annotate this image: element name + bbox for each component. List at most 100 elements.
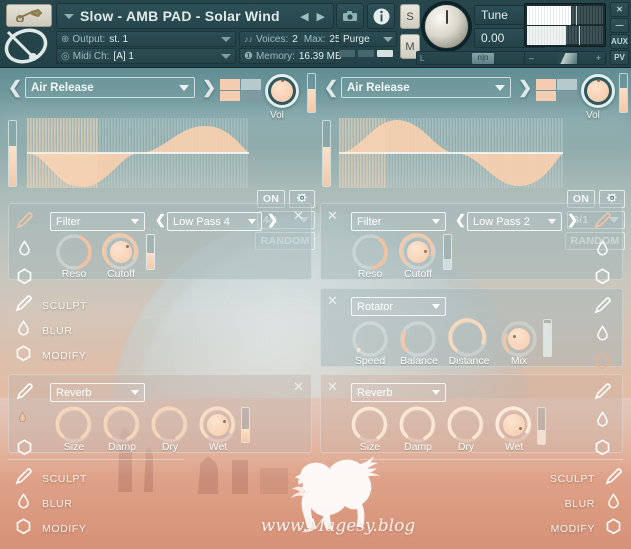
left-reverb-wet-knob[interactable]	[198, 405, 238, 445]
right-rotator-mix-knob[interactable]	[499, 319, 539, 359]
blur-drop-icon[interactable]	[14, 319, 33, 343]
right-filter-mode-prev[interactable]: ❮	[455, 212, 466, 228]
lfo-amount-slider-right[interactable]	[322, 120, 331, 187]
purge-bar[interactable]	[358, 50, 374, 57]
left-filter-reso-knob[interactable]	[54, 232, 94, 272]
left-reverb-close-icon[interactable]: ✕	[293, 379, 304, 395]
right-rotator-speed-knob[interactable]	[350, 319, 390, 359]
blur-drop-icon[interactable]	[593, 239, 612, 258]
mod-vol-slider-right[interactable]	[619, 73, 628, 113]
sculpt-pencil-icon[interactable]	[593, 211, 612, 230]
prev-arrow-icon[interactable]: ◀	[297, 10, 311, 23]
bottom-left-modify-row[interactable]: MODIFY	[14, 517, 86, 541]
sculpt-pencil-icon[interactable]	[604, 467, 623, 491]
modify-hex-icon[interactable]	[14, 517, 33, 541]
purge-menu[interactable]: Purge	[339, 31, 397, 47]
left-filter-type-select[interactable]: Filter	[50, 212, 145, 231]
modify-hex-icon[interactable]	[604, 517, 623, 541]
step-sequencer-icon[interactable]	[220, 79, 261, 101]
right-reverb-close-icon[interactable]: ✕	[327, 379, 338, 395]
blur-drop-icon[interactable]	[14, 492, 33, 516]
left-reverb-damp-knob[interactable]	[102, 405, 142, 445]
volume-slider[interactable]: – +	[524, 51, 606, 65]
blur-drop-icon[interactable]	[15, 239, 34, 258]
sculpt-pencil-icon[interactable]	[14, 294, 33, 318]
sculpt-pencil-icon[interactable]	[14, 467, 33, 491]
right-rotator-type-select[interactable]: Rotator	[351, 297, 446, 316]
pan-handle[interactable]: n|n	[472, 53, 494, 64]
sculpt-pencil-icon[interactable]	[15, 382, 34, 401]
purge-bar-active[interactable]	[377, 50, 393, 57]
sculpt-pencil-icon[interactable]	[15, 211, 34, 230]
lfo-amount-slider-left[interactable]	[8, 120, 17, 187]
right-filter-mod-slider[interactable]	[443, 234, 452, 270]
purge-bar[interactable]	[339, 50, 355, 57]
lfo-waveform-display-left[interactable]	[27, 118, 249, 188]
bottom-left-blur-row[interactable]: BLUR	[14, 492, 72, 516]
wrench-icon[interactable]	[6, 4, 52, 27]
step-sequencer-icon[interactable]	[536, 79, 577, 101]
right-rotator-close-icon[interactable]: ✕	[327, 293, 338, 309]
left-filter-mode-next[interactable]: ❯	[267, 212, 278, 228]
right-reverb-type-select[interactable]: Reverb	[351, 383, 446, 402]
mod-slot-select-left[interactable]: Air Release	[25, 77, 195, 98]
instrument-menu-arrow[interactable]	[57, 13, 80, 19]
left-blur-row[interactable]: BLUR	[14, 319, 72, 343]
right-rotator-mod-slider[interactable]	[543, 319, 552, 357]
bottom-right-blur-row[interactable]: BLUR	[565, 492, 623, 516]
left-filter-cutoff-knob[interactable]	[101, 232, 141, 272]
bottom-right-sculpt-row[interactable]: SCULPT	[550, 467, 623, 491]
left-filter-mod-slider[interactable]	[146, 234, 155, 270]
right-reverb-wet-knob[interactable]	[494, 405, 534, 445]
sculpt-pencil-icon[interactable]	[593, 296, 612, 315]
right-filter-reso-knob[interactable]	[350, 232, 390, 272]
right-reverb-size-knob[interactable]	[350, 405, 390, 445]
left-filter-mode-prev[interactable]: ❮	[155, 212, 166, 228]
tune-knob[interactable]	[424, 4, 469, 49]
left-reverb-type-select[interactable]: Reverb	[50, 383, 145, 402]
right-reverb-dry-knob[interactable]	[446, 405, 486, 445]
right-filter-type-select[interactable]: Filter	[351, 212, 446, 231]
purge-state-bars[interactable]	[339, 50, 393, 57]
left-filter-mode-select[interactable]: Low Pass 4	[167, 212, 262, 231]
modify-hex-icon[interactable]	[593, 438, 612, 457]
sculpt-pencil-icon[interactable]	[593, 382, 612, 401]
minimize-icon[interactable]: —	[610, 18, 629, 33]
left-filter-close-icon[interactable]: ✕	[293, 208, 304, 224]
left-modify-row[interactable]: MODIFY	[14, 344, 86, 368]
mod-slot-select-right[interactable]: Air Release	[341, 77, 511, 98]
blur-drop-icon[interactable]	[604, 492, 623, 516]
volume-handle[interactable]	[558, 53, 577, 64]
left-reverb-size-knob[interactable]	[54, 405, 94, 445]
blur-drop-icon[interactable]	[15, 410, 34, 429]
right-reverb-damp-knob[interactable]	[398, 405, 438, 445]
bottom-right-modify-row[interactable]: MODIFY	[551, 517, 623, 541]
blur-drop-icon[interactable]	[593, 324, 612, 343]
mod-prev-button-left[interactable]: ❮	[8, 78, 22, 98]
mod-vol-slider-left[interactable]	[307, 73, 316, 113]
blur-drop-icon[interactable]	[593, 410, 612, 429]
modify-hex-icon[interactable]	[15, 438, 34, 457]
right-reverb-mod-slider[interactable]	[537, 407, 546, 445]
pv-button[interactable]: PV	[610, 50, 629, 65]
next-arrow-icon[interactable]: ▶	[314, 10, 328, 23]
modify-hex-icon[interactable]	[593, 352, 612, 371]
info-icon[interactable]	[367, 3, 395, 29]
mod-next-button-right[interactable]: ❯	[518, 78, 532, 98]
mod-next-button-left[interactable]: ❯	[202, 78, 216, 98]
right-filter-mode-next[interactable]: ❯	[567, 212, 578, 228]
right-filter-cutoff-knob[interactable]	[398, 232, 438, 272]
modify-hex-icon[interactable]	[14, 344, 33, 368]
right-filter-mode-select[interactable]: Low Pass 2	[467, 212, 562, 231]
solo-button[interactable]: S	[400, 4, 420, 29]
lfo-waveform-display-right[interactable]	[339, 118, 563, 188]
mod-prev-button-right[interactable]: ❮	[324, 78, 338, 98]
right-rotator-distance-knob[interactable]	[447, 317, 487, 357]
midi-channel-field[interactable]: ◎ Midi Ch: [A] 1	[56, 48, 236, 64]
modify-hex-icon[interactable]	[593, 267, 612, 286]
aux-button[interactable]: AUX	[610, 34, 629, 49]
modify-hex-icon[interactable]	[15, 267, 34, 286]
bottom-left-sculpt-row[interactable]: SCULPT	[14, 467, 87, 491]
right-rotator-balance-knob[interactable]	[398, 319, 438, 359]
left-sculpt-row[interactable]: SCULPT	[14, 294, 87, 318]
